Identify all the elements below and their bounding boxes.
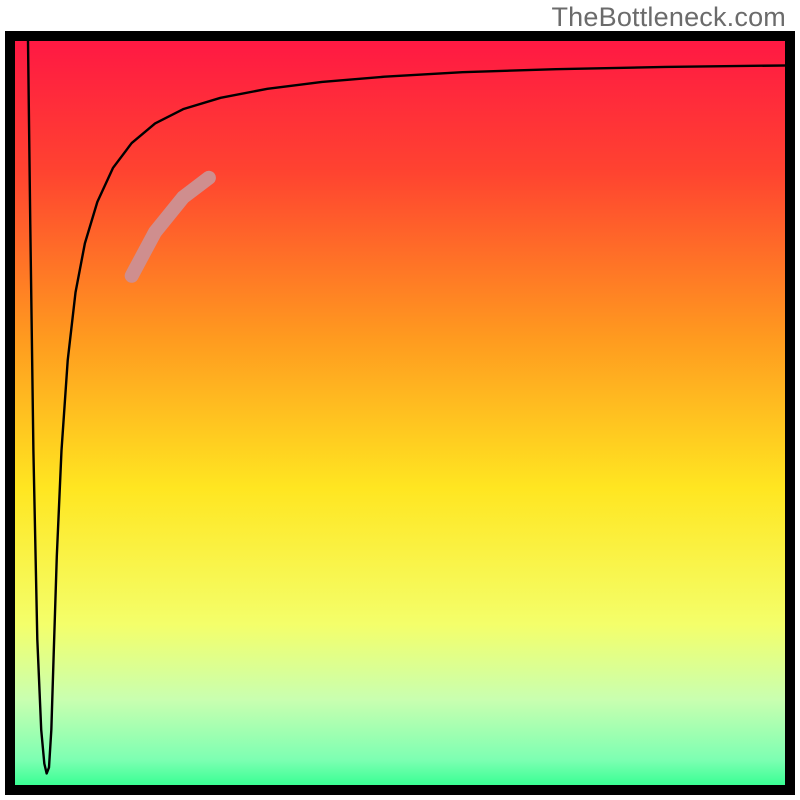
chart-frame: TheBottleneck.com (0, 0, 800, 800)
watermark-label: TheBottleneck.com (551, 2, 786, 33)
bottleneck-chart (0, 0, 800, 800)
